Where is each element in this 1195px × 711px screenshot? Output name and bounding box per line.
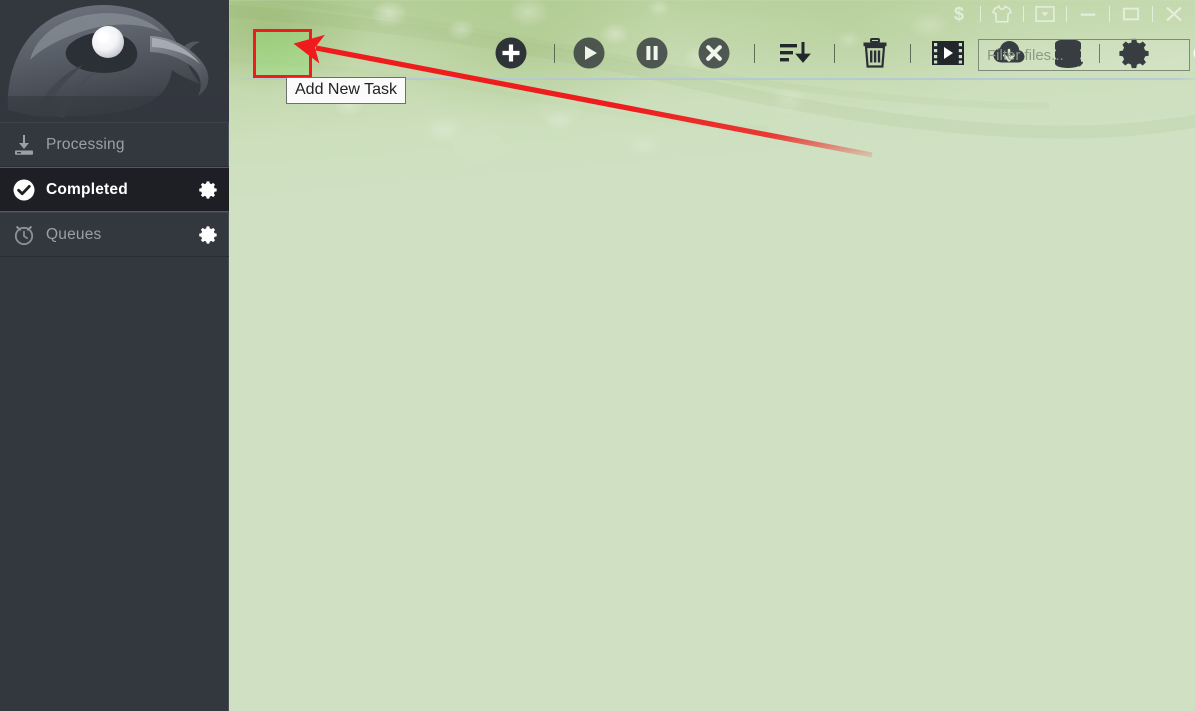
titlebar-controls: $ [938,0,1195,28]
donate-button[interactable]: $ [938,0,980,28]
maximize-button[interactable] [1110,0,1152,28]
minimize-to-tray-button[interactable] [1024,0,1066,28]
stop-button[interactable] [694,33,734,73]
toolbar-divider [554,44,555,63]
sort-descending-button[interactable] [775,33,815,73]
skins-button[interactable] [981,0,1023,28]
tooltip-add-new-task: Add New Task [286,77,406,104]
sidebar-item-label: Processing [46,135,125,153]
fdm-window: Processing Completed Queues $ Filter fil… [0,0,1195,711]
gear-icon[interactable] [198,225,218,245]
video-button[interactable] [928,33,968,73]
toolbar-divider [834,44,835,63]
sidebar-item-label: Completed [46,180,128,198]
pause-button[interactable] [632,33,672,73]
close-button[interactable] [1153,0,1195,28]
delete-button[interactable] [855,33,895,73]
gear-icon[interactable] [198,180,218,200]
toolbar [229,28,1195,78]
filter-files-input[interactable] [979,46,1192,64]
svg-text:$: $ [954,4,964,24]
sidebar-item-completed[interactable]: Completed [0,167,229,212]
check-circle-icon [10,176,38,204]
annotation-highlight-box [253,29,312,78]
toolbar-divider [754,44,755,63]
eagle-logo [0,0,229,122]
start-button[interactable] [569,33,609,73]
task-list-empty-area [229,80,1195,711]
alarm-clock-icon [10,221,38,249]
sidebar-item-processing[interactable]: Processing [0,122,229,167]
sidebar-item-queues[interactable]: Queues [0,212,229,257]
sidebar: Processing Completed Queues [0,0,229,711]
filter-files-box[interactable] [978,39,1195,71]
download-tray-icon [10,131,38,159]
main-panel: $ [229,0,1195,711]
minimize-button[interactable] [1067,0,1109,28]
add-new-task-button[interactable] [491,33,531,73]
sidebar-item-label: Queues [46,225,102,243]
toolbar-divider [910,44,911,63]
